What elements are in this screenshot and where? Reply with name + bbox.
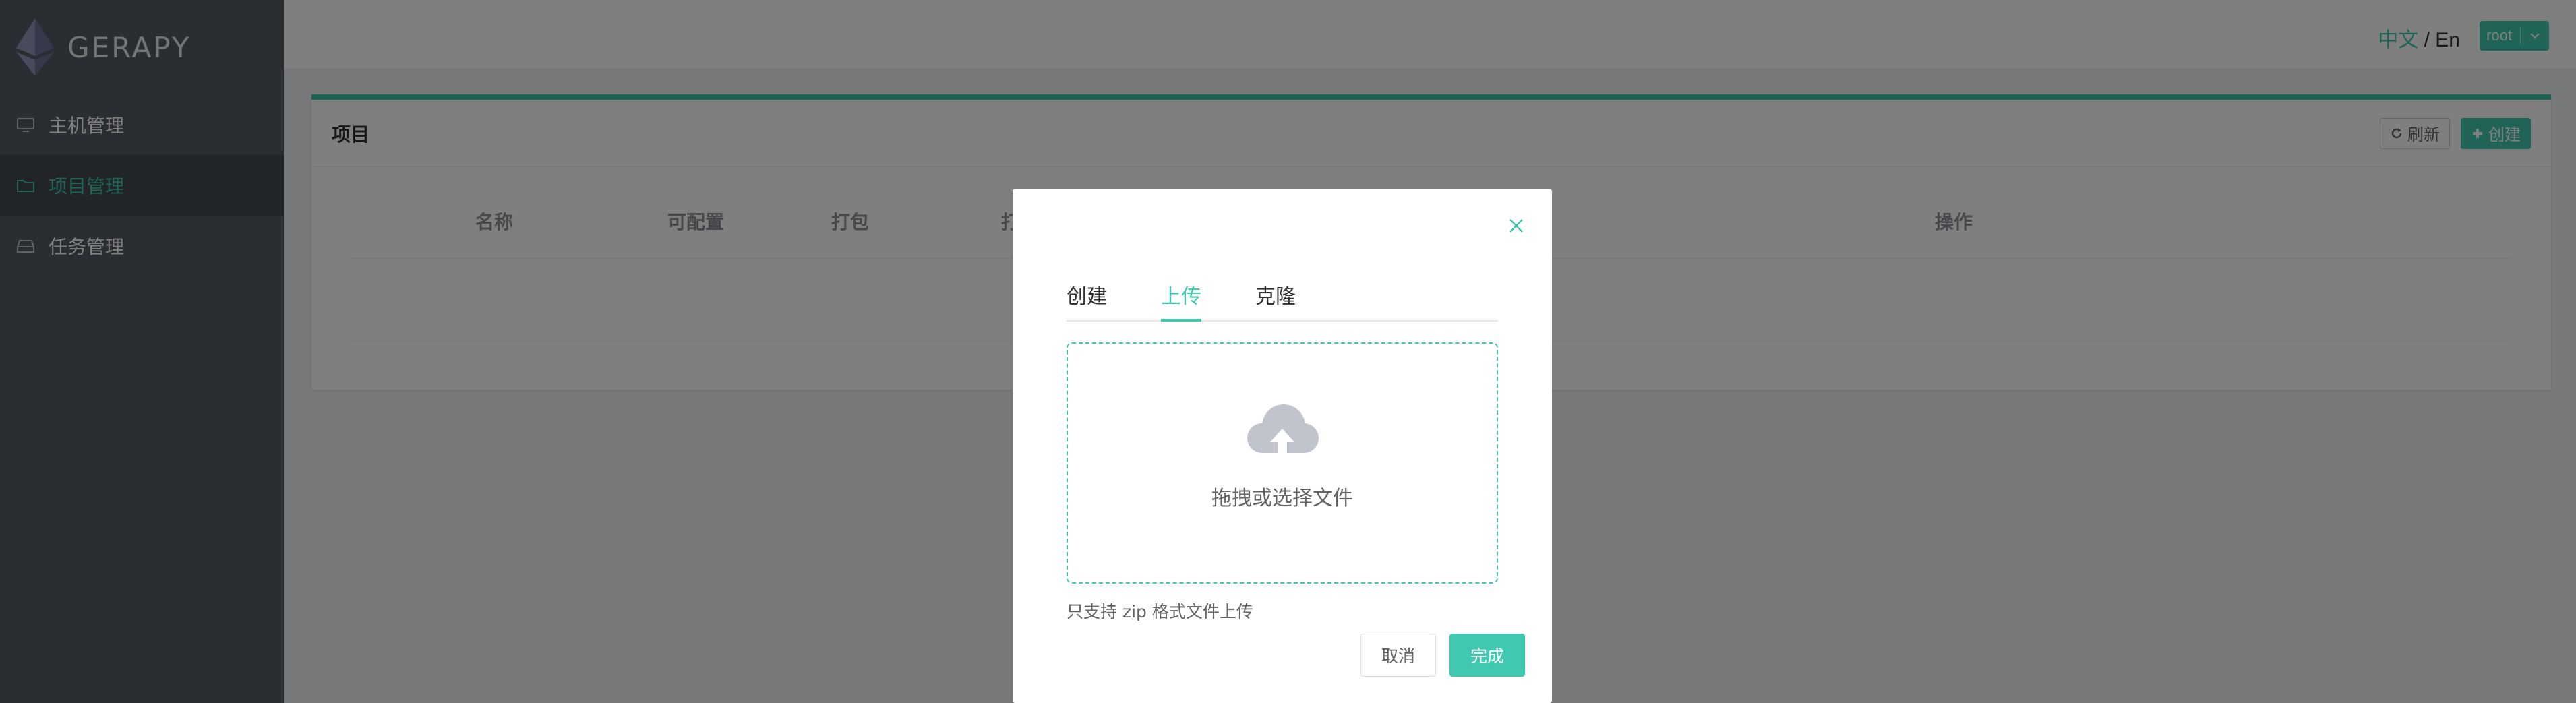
upload-dropzone[interactable]: 拖拽或选择文件 [1067,342,1498,584]
close-icon [1509,219,1523,233]
dropzone-text: 拖拽或选择文件 [1211,487,1353,510]
done-button[interactable]: 完成 [1449,634,1525,677]
project-dialog: 创建 上传 克隆 拖拽或选择文件 只支持 zip 格式文件上传 取消 完成 [1013,189,1552,703]
tab-create[interactable]: 创建 [1067,280,1107,320]
upload-tip: 只支持 zip 格式文件上传 [1067,602,1253,621]
dialog-tabs: 创建 上传 克隆 [1067,280,1498,322]
dialog-footer: 取消 完成 [1360,634,1525,677]
tab-upload[interactable]: 上传 [1161,280,1201,322]
tab-clone[interactable]: 克隆 [1255,280,1296,320]
cloud-upload-icon [1247,404,1319,460]
close-dialog-button[interactable] [1505,214,1528,237]
cancel-button[interactable]: 取消 [1360,634,1436,677]
